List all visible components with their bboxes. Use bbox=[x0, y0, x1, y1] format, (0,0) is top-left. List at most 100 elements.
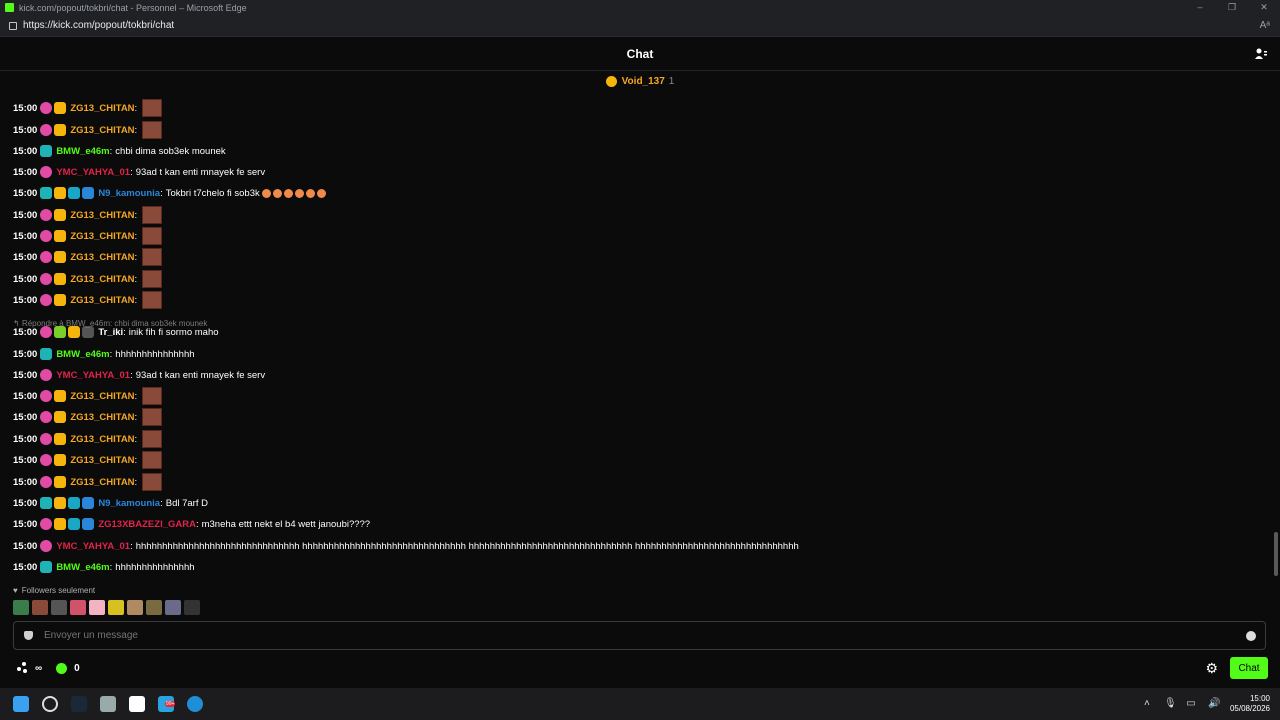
top-gifter-bar[interactable]: Void_137 1 bbox=[0, 71, 1280, 91]
notification-badge: 99+ bbox=[165, 701, 176, 707]
reply-context[interactable]: ↰ Répondre à BMW_e46m: chbi dima sob3ek … bbox=[13, 319, 207, 328]
message-time: 15:00 bbox=[13, 561, 38, 573]
chat-message[interactable]: 15:00 ZG13_CHITAN : bbox=[13, 472, 163, 492]
message-input-box[interactable] bbox=[13, 621, 1266, 650]
message-username[interactable]: ZG13_CHITAN bbox=[70, 477, 134, 488]
emote-button[interactable] bbox=[184, 600, 200, 615]
message-username[interactable]: ZG13_CHITAN bbox=[70, 231, 134, 242]
emoji-icon bbox=[272, 188, 282, 198]
emote-button[interactable] bbox=[108, 600, 124, 615]
settings-app-icon[interactable] bbox=[100, 696, 116, 712]
message-username[interactable]: ZG13_CHITAN bbox=[70, 103, 134, 114]
chat-message[interactable]: 15:00 ZG13_CHITAN : bbox=[13, 98, 163, 118]
message-input[interactable] bbox=[44, 630, 1194, 641]
emote-image bbox=[142, 387, 163, 405]
emote-button[interactable] bbox=[89, 600, 105, 615]
windows-start-icon[interactable] bbox=[13, 696, 29, 712]
chat-messages[interactable]: 15:00 ZG13_CHITAN : 15:00 ZG13_CHITAN : … bbox=[0, 96, 1270, 576]
sword-badge-icon bbox=[82, 497, 95, 509]
send-chat-button[interactable]: Chat bbox=[1230, 657, 1268, 679]
taskbar-clock[interactable]: 15:00 05/08/2026 bbox=[1230, 694, 1270, 714]
emote-button[interactable] bbox=[127, 600, 143, 615]
clock-time: 15:00 bbox=[1249, 694, 1270, 703]
chat-message[interactable]: 15:00 YMC_YAHYA_01 : 93ad t kan enti mna… bbox=[13, 365, 265, 385]
display-icon[interactable]: ▭ bbox=[1186, 699, 1196, 709]
chat-message[interactable]: 15:00 N9_kamounia : Bdl 7arf D bbox=[13, 493, 208, 513]
community-icon[interactable] bbox=[17, 662, 29, 674]
emote-image bbox=[142, 227, 163, 245]
mail-app-icon[interactable] bbox=[129, 696, 145, 712]
chat-message[interactable]: 15:00 ZG13_CHITAN : bbox=[13, 429, 163, 449]
chevron-up-icon[interactable]: ˄ bbox=[1142, 699, 1152, 709]
message-username[interactable]: ZG13_CHITAN bbox=[70, 252, 134, 263]
chat-message[interactable]: 15:00 BMW_e46m : chbi dima sob3ek mounek bbox=[13, 141, 226, 161]
window-controls: – ❐ ✕ bbox=[1184, 0, 1280, 15]
emote-button[interactable] bbox=[165, 600, 181, 615]
chat-message[interactable]: 15:00 ZG13XBAZEZI_GARA : m3neha ettt nek… bbox=[13, 514, 370, 534]
emote-image bbox=[142, 270, 163, 288]
message-username[interactable]: N9_kamounia bbox=[98, 498, 160, 509]
close-button[interactable]: ✕ bbox=[1248, 0, 1280, 15]
chat-message[interactable]: 15:00 N9_kamounia : Tokbri t7chelo fi so… bbox=[13, 183, 326, 203]
message-username[interactable]: BMW_e46m bbox=[56, 562, 109, 573]
chat-message[interactable]: 15:00 BMW_e46m : hhhhhhhhhhhhhhh bbox=[13, 344, 195, 364]
crown-badge-icon bbox=[54, 454, 67, 466]
read-aloud-icon[interactable]: Aᵃ bbox=[1260, 20, 1270, 31]
chat-message[interactable]: 15:00 ZG13_CHITAN : bbox=[13, 247, 163, 267]
emote-button[interactable] bbox=[13, 600, 29, 615]
chat-message[interactable]: 15:00 ZG13_CHITAN : bbox=[13, 120, 163, 140]
chat-message[interactable]: 15:00 ZG13_CHITAN : bbox=[13, 269, 163, 289]
message-username[interactable]: YMC_YAHYA_01 bbox=[56, 167, 130, 178]
chat-message[interactable]: 15:00 ZG13_CHITAN : bbox=[13, 205, 163, 225]
edge-browser-icon[interactable] bbox=[187, 696, 203, 712]
emoji-picker-icon[interactable] bbox=[1246, 630, 1256, 641]
message-username[interactable]: YMC_YAHYA_01 bbox=[56, 541, 130, 552]
emoji-icon bbox=[294, 188, 304, 198]
message-text: Bdl 7arf D bbox=[165, 497, 208, 509]
chat-message[interactable]: 15:00 ZG13_CHITAN : bbox=[13, 450, 163, 470]
kick-points-icon[interactable] bbox=[56, 662, 68, 674]
message-username[interactable]: YMC_YAHYA_01 bbox=[56, 370, 130, 381]
message-username[interactable]: ZG13_CHITAN bbox=[70, 434, 134, 445]
telegram-icon[interactable]: 99+ bbox=[158, 696, 176, 712]
message-colon: : bbox=[109, 348, 113, 360]
search-icon[interactable] bbox=[42, 696, 58, 712]
message-username[interactable]: ZG13_CHITAN bbox=[70, 391, 134, 402]
speaker-icon[interactable]: 🔊 bbox=[1208, 699, 1220, 709]
emote-button[interactable] bbox=[32, 600, 48, 615]
emote-button[interactable] bbox=[51, 600, 67, 615]
chat-message[interactable]: 15:00 ZG13_CHITAN : bbox=[13, 407, 163, 427]
chat-message[interactable]: 15:00 YMC_YAHYA_01 : 93ad t kan enti mna… bbox=[13, 162, 265, 182]
steam-icon[interactable] bbox=[71, 696, 87, 712]
message-username[interactable]: Tr_iki bbox=[98, 327, 123, 338]
message-username[interactable]: ZG13_CHITAN bbox=[70, 412, 134, 423]
chat-header: Chat bbox=[0, 37, 1280, 71]
url-text[interactable]: https://kick.com/popout/tokbri/chat bbox=[23, 20, 174, 31]
address-bar[interactable]: https://kick.com/popout/tokbri/chat Aᵃ bbox=[0, 15, 1280, 37]
message-text: 93ad t kan enti mnayek fe serv bbox=[135, 369, 266, 381]
settings-gear-icon[interactable]: ⚙ bbox=[1205, 660, 1218, 677]
message-username[interactable]: N9_kamounia bbox=[98, 188, 160, 199]
top-gifter-name[interactable]: Void_137 bbox=[622, 76, 665, 87]
message-username[interactable]: ZG13_CHITAN bbox=[70, 455, 134, 466]
message-username[interactable]: ZG13_CHITAN bbox=[70, 210, 134, 221]
chat-message[interactable]: 15:00 YMC_YAHYA_01 : hhhhhhhhhhhhhhhhhhh… bbox=[13, 536, 799, 556]
message-username[interactable]: ZG13XBAZEZI_GARA bbox=[98, 519, 196, 530]
minimize-button[interactable]: – bbox=[1184, 0, 1216, 15]
chat-message[interactable]: 15:00 BMW_e46m : hhhhhhhhhhhhhhh bbox=[13, 557, 195, 576]
emote-button[interactable] bbox=[146, 600, 162, 615]
emote-button[interactable] bbox=[70, 600, 86, 615]
chat-message[interactable]: 15:00 ZG13_CHITAN : bbox=[13, 226, 163, 246]
message-username[interactable]: ZG13_CHITAN bbox=[70, 274, 134, 285]
lock-icon[interactable] bbox=[9, 21, 17, 30]
chat-message[interactable]: 15:00 ZG13_CHITAN : bbox=[13, 290, 163, 310]
message-username[interactable]: BMW_e46m bbox=[56, 349, 109, 360]
restore-button[interactable]: ❐ bbox=[1216, 0, 1248, 15]
message-username[interactable]: BMW_e46m bbox=[56, 146, 109, 157]
users-icon[interactable] bbox=[1254, 47, 1268, 61]
message-username[interactable]: ZG13_CHITAN bbox=[70, 295, 134, 306]
microphone-icon[interactable]: 🎙 bbox=[1164, 699, 1177, 709]
message-username[interactable]: ZG13_CHITAN bbox=[70, 125, 134, 136]
chat-scrollbar[interactable] bbox=[1274, 532, 1278, 576]
chat-message[interactable]: 15:00 ZG13_CHITAN : bbox=[13, 386, 163, 406]
